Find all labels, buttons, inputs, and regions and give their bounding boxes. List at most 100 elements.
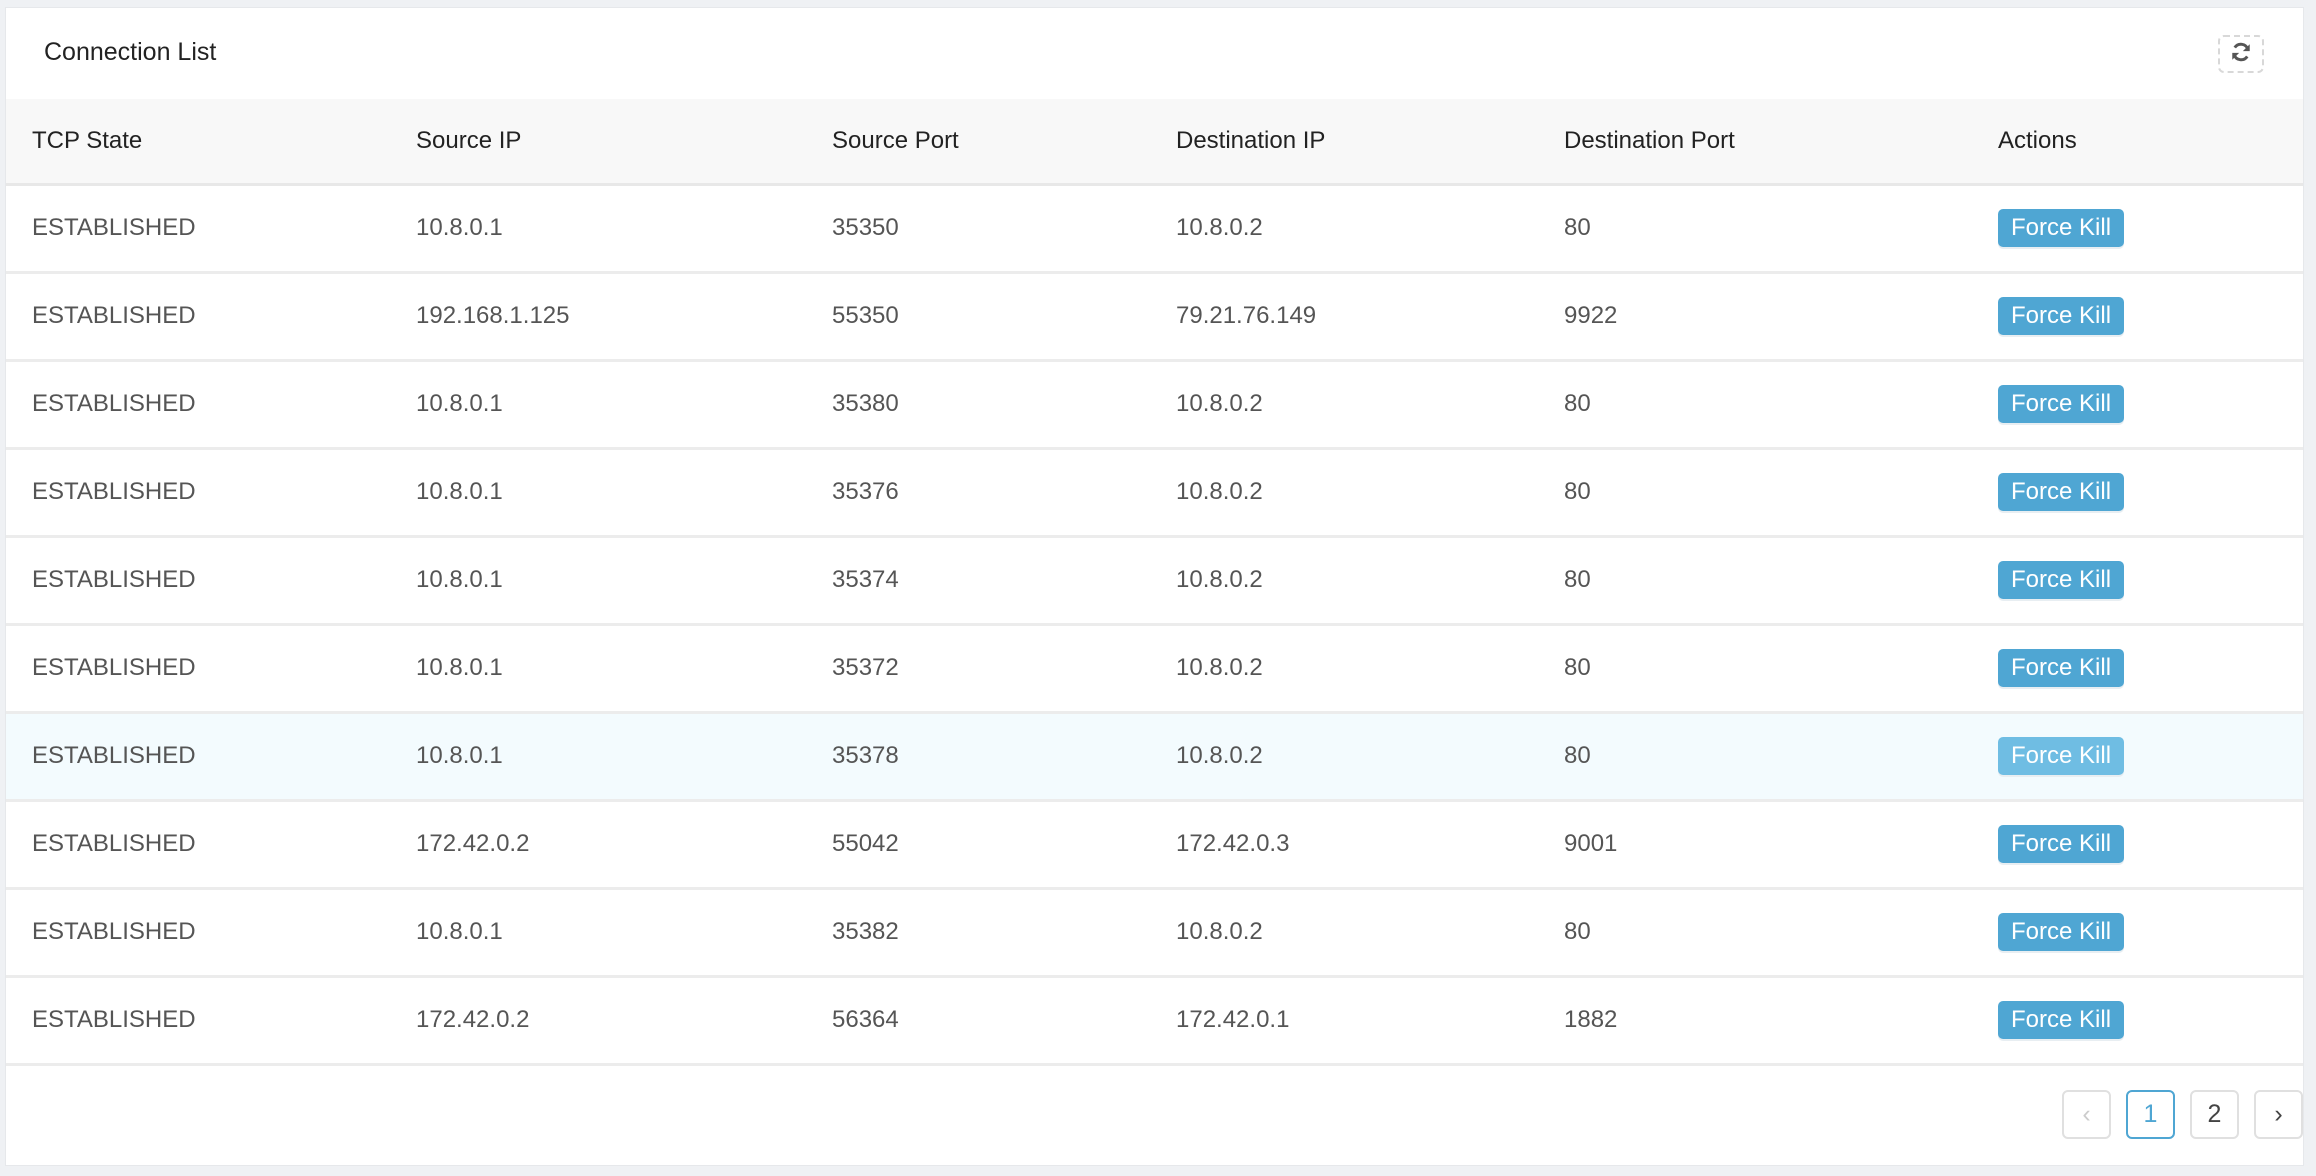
force-kill-button[interactable]: Force Kill xyxy=(1998,1001,2125,1039)
table-row: ESTABLISHED 10.8.0.1 35372 10.8.0.2 80 Force … xyxy=(6,624,2303,712)
cell-destination-port: 80 xyxy=(1564,654,1591,681)
cell-actions: Force Kill xyxy=(1972,360,2303,448)
force-kill-button[interactable]: Force Kill xyxy=(1998,825,2125,863)
table-row: ESTABLISHED 172.42.0.2 55042 172.42.0.3 9001… xyxy=(6,800,2303,888)
cell-tcp-state: ESTABLISHED xyxy=(32,654,196,681)
cell-destination-ip: 10.8.0.2 xyxy=(1176,654,1263,681)
cell-actions: Force Kill xyxy=(1972,272,2303,360)
page-2-button[interactable]: 2 xyxy=(2190,1090,2239,1139)
cell-source-port: 55042 xyxy=(832,830,899,857)
cell-tcp-state: ESTABLISHED xyxy=(32,830,196,857)
cell-source-ip: 10.8.0.1 xyxy=(416,566,503,593)
cell-tcp-state: ESTABLISHED xyxy=(32,302,196,329)
panel-header: Connection List xyxy=(6,8,2303,99)
cell-actions: Force Kill xyxy=(1972,888,2303,976)
cell-source-ip: 10.8.0.1 xyxy=(416,918,503,945)
cell-source-ip: 10.8.0.1 xyxy=(416,742,503,769)
cell-destination-port: 9922 xyxy=(1564,302,1618,329)
cell-source-ip: 10.8.0.1 xyxy=(416,654,503,681)
cell-actions: Force Kill xyxy=(1972,448,2303,536)
column-header-source-ip: Source IP xyxy=(390,99,806,186)
cell-destination-ip: 79.21.76.149 xyxy=(1176,302,1317,329)
force-kill-button[interactable]: Force Kill xyxy=(1998,737,2125,775)
cell-source-port: 35374 xyxy=(832,566,899,593)
table-row: ESTABLISHED 10.8.0.1 35350 10.8.0.2 80 Force … xyxy=(6,184,2303,272)
cell-destination-ip: 10.8.0.2 xyxy=(1176,214,1263,241)
chevron-left-icon: ‹ xyxy=(2082,1100,2091,1128)
force-kill-button[interactable]: Force Kill xyxy=(1998,561,2125,599)
column-header-destination-ip: Destination IP xyxy=(1150,99,1538,186)
cell-destination-ip: 10.8.0.2 xyxy=(1176,742,1263,769)
cell-source-port: 35372 xyxy=(832,654,899,681)
chevron-right-icon: › xyxy=(2274,1100,2283,1128)
cell-source-port: 35378 xyxy=(832,742,899,769)
cell-destination-port: 1882 xyxy=(1564,1006,1618,1033)
cell-destination-port: 80 xyxy=(1564,918,1591,945)
force-kill-button[interactable]: Force Kill xyxy=(1998,649,2125,687)
refresh-icon xyxy=(2230,41,2252,68)
page-1-button[interactable]: 1 xyxy=(2126,1090,2175,1139)
cell-destination-port: 80 xyxy=(1564,214,1591,241)
table-row: ESTABLISHED 10.8.0.1 35376 10.8.0.2 80 Force … xyxy=(6,448,2303,536)
cell-source-ip: 10.8.0.1 xyxy=(416,214,503,241)
table-header-row: TCP State Source IP Source Port Destinat… xyxy=(6,99,2303,186)
cell-tcp-state: ESTABLISHED xyxy=(32,478,196,505)
pagination: ‹ 1 2 › xyxy=(2062,1090,2303,1139)
next-page-button[interactable]: › xyxy=(2254,1090,2303,1139)
panel-title: Connection List xyxy=(44,38,217,66)
cell-destination-ip: 172.42.0.1 xyxy=(1176,1006,1290,1033)
table-row: ESTABLISHED 192.168.1.125 55350 79.21.76.14… xyxy=(6,272,2303,360)
cell-tcp-state: ESTABLISHED xyxy=(32,214,196,241)
cell-actions: Force Kill xyxy=(1972,800,2303,888)
cell-source-port: 56364 xyxy=(832,1006,899,1033)
cell-actions: Force Kill xyxy=(1972,712,2303,800)
cell-source-port: 35350 xyxy=(832,214,899,241)
refresh-button[interactable] xyxy=(2218,35,2264,73)
cell-actions: Force Kill xyxy=(1972,624,2303,712)
cell-destination-ip: 172.42.0.3 xyxy=(1176,830,1290,857)
force-kill-button[interactable]: Force Kill xyxy=(1998,209,2125,247)
table-row: ESTABLISHED 10.8.0.1 35380 10.8.0.2 80 Force … xyxy=(6,360,2303,448)
cell-source-port: 35382 xyxy=(832,918,899,945)
cell-destination-port: 80 xyxy=(1564,742,1591,769)
table-row: ESTABLISHED 10.8.0.1 35374 10.8.0.2 80 Force … xyxy=(6,536,2303,624)
cell-actions: Force Kill xyxy=(1972,976,2303,1064)
column-header-actions: Actions xyxy=(1972,99,2303,186)
cell-tcp-state: ESTABLISHED xyxy=(32,390,196,417)
force-kill-button[interactable]: Force Kill xyxy=(1998,913,2125,951)
connection-list-panel: Connection List TCP State Source IP Sour… xyxy=(5,7,2304,1166)
column-header-destination-port: Destination Port xyxy=(1538,99,1972,186)
cell-destination-port: 80 xyxy=(1564,390,1591,417)
cell-source-port: 55350 xyxy=(832,302,899,329)
cell-destination-port: 9001 xyxy=(1564,830,1618,857)
cell-destination-ip: 10.8.0.2 xyxy=(1176,566,1263,593)
cell-destination-port: 80 xyxy=(1564,566,1591,593)
cell-tcp-state: ESTABLISHED xyxy=(32,1006,196,1033)
column-header-source-port: Source Port xyxy=(806,99,1150,186)
cell-actions: Force Kill xyxy=(1972,536,2303,624)
cell-tcp-state: ESTABLISHED xyxy=(32,742,196,769)
cell-tcp-state: ESTABLISHED xyxy=(32,566,196,593)
cell-destination-port: 80 xyxy=(1564,478,1591,505)
table-row: ESTABLISHED 172.42.0.2 56364 172.42.0.1 1882… xyxy=(6,976,2303,1064)
force-kill-button[interactable]: Force Kill xyxy=(1998,473,2125,511)
cell-source-port: 35376 xyxy=(832,478,899,505)
cell-actions: Force Kill xyxy=(1972,184,2303,272)
connections-table: TCP State Source IP Source Port Destinat… xyxy=(6,99,2303,1066)
cell-source-ip: 10.8.0.1 xyxy=(416,390,503,417)
cell-source-ip: 172.42.0.2 xyxy=(416,830,530,857)
cell-source-port: 35380 xyxy=(832,390,899,417)
force-kill-button[interactable]: Force Kill xyxy=(1998,385,2125,423)
prev-page-button[interactable]: ‹ xyxy=(2062,1090,2111,1139)
column-header-tcp-state: TCP State xyxy=(6,99,390,186)
cell-tcp-state: ESTABLISHED xyxy=(32,918,196,945)
cell-source-ip: 10.8.0.1 xyxy=(416,478,503,505)
table-row: ESTABLISHED 10.8.0.1 35378 10.8.0.2 80 Force … xyxy=(6,712,2303,800)
cell-destination-ip: 10.8.0.2 xyxy=(1176,478,1263,505)
cell-source-ip: 192.168.1.125 xyxy=(416,302,570,329)
cell-source-ip: 172.42.0.2 xyxy=(416,1006,530,1033)
cell-destination-ip: 10.8.0.2 xyxy=(1176,390,1263,417)
cell-destination-ip: 10.8.0.2 xyxy=(1176,918,1263,945)
table-row: ESTABLISHED 10.8.0.1 35382 10.8.0.2 80 Force … xyxy=(6,888,2303,976)
force-kill-button[interactable]: Force Kill xyxy=(1998,297,2125,335)
